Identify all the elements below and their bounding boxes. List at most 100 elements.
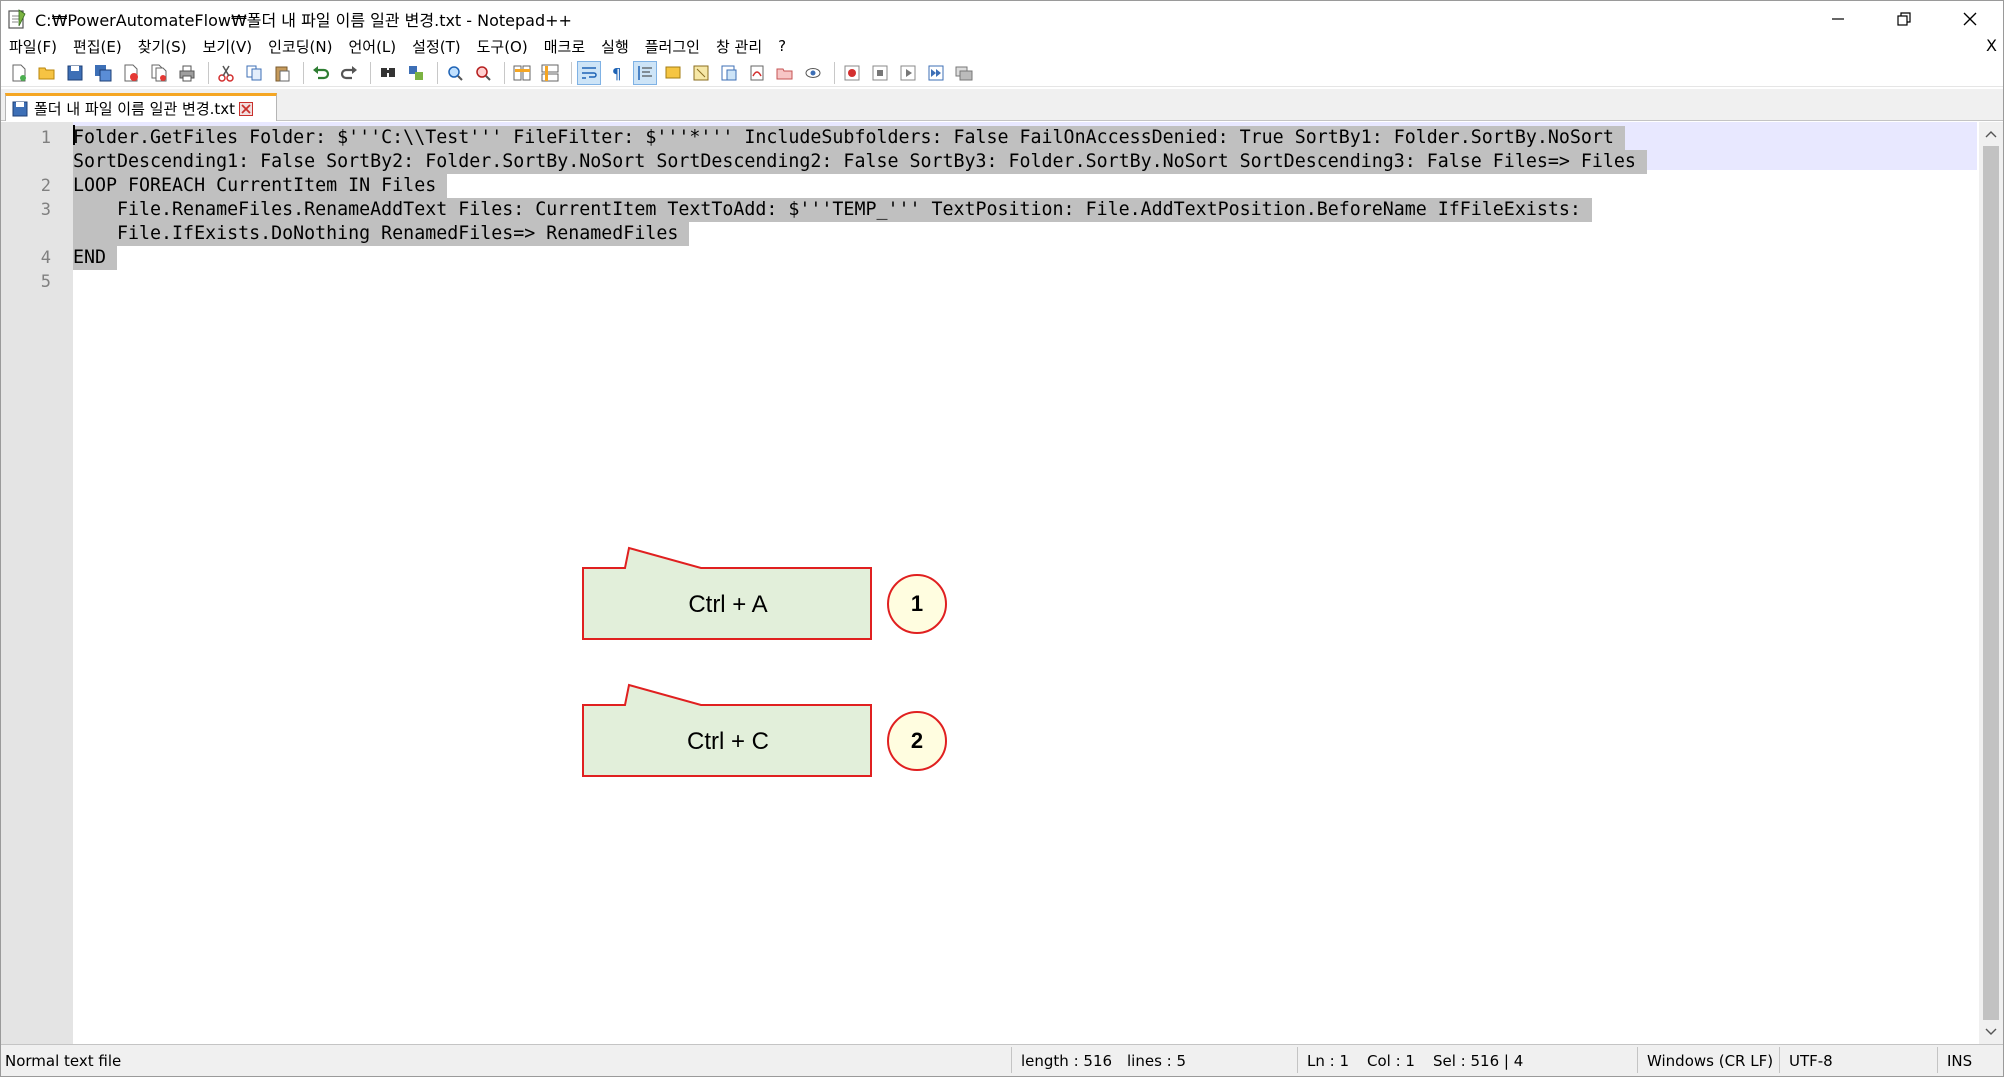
menu-window[interactable]: 창 관리 [708, 36, 770, 57]
close-all-icon [151, 64, 167, 81]
close-document-button[interactable]: X [1986, 36, 1997, 55]
save-macro-button[interactable] [952, 61, 976, 85]
callout-ctrl-c: Ctrl + C 2 [581, 683, 951, 779]
menu-encoding[interactable]: 인코딩(N) [260, 36, 340, 57]
find-button[interactable] [376, 61, 400, 85]
step-badge: 2 [887, 711, 947, 771]
undo-button[interactable] [309, 61, 333, 85]
open-file-button[interactable] [35, 61, 59, 85]
code-line: Folder.GetFiles Folder: $'''C:\\Test''' … [73, 126, 1625, 150]
close-button[interactable] [1937, 1, 2003, 37]
scroll-down-button[interactable] [1979, 1020, 2003, 1044]
toolbar-separator [208, 61, 209, 84]
status-eol[interactable]: Windows (CR LF) [1647, 1052, 1773, 1070]
status-file-type: Normal text file [5, 1052, 122, 1070]
cut-button[interactable] [214, 61, 238, 85]
print-icon [179, 65, 195, 81]
record-macro-icon [844, 65, 860, 80]
menu-view[interactable]: 보기(V) [195, 36, 261, 57]
menu-help[interactable]: ? [770, 37, 794, 55]
menu-tools[interactable]: 도구(O) [469, 36, 536, 57]
restore-button[interactable] [1871, 1, 1937, 37]
code-line: File.IfExists.DoNothing RenamedFiles=> R… [73, 222, 690, 246]
find-icon [381, 67, 395, 77]
scroll-up-button[interactable] [1979, 122, 2003, 146]
document-tab-bar: 폴더 내 파일 이름 일관 변경.txt [1, 89, 2003, 121]
window-controls [1805, 1, 2003, 37]
menu-file[interactable]: 파일(F) [1, 36, 65, 57]
menu-macro[interactable]: 매크로 [536, 36, 593, 57]
word-wrap-button[interactable] [577, 60, 601, 85]
toolbar-separator [834, 61, 835, 84]
monitoring-button[interactable] [801, 61, 825, 85]
menu-search[interactable]: 찾기(S) [130, 36, 195, 57]
show-all-chars-icon: ¶ [612, 65, 622, 82]
doc-map-icon [693, 65, 709, 80]
replace-button[interactable] [404, 61, 428, 85]
chevron-down-icon [1985, 1028, 1997, 1035]
sync-horizontal-button[interactable] [538, 61, 562, 85]
play-macro-button[interactable] [896, 61, 920, 85]
status-divider [1297, 1047, 1298, 1073]
status-selection: Sel : 516 | 4 [1433, 1052, 1524, 1070]
copy-button[interactable] [242, 61, 266, 85]
save-all-button[interactable] [91, 61, 115, 85]
status-encoding[interactable]: UTF-8 [1789, 1052, 1833, 1070]
save-icon [67, 65, 83, 80]
document-map-button[interactable] [689, 61, 713, 85]
redo-icon [340, 65, 357, 79]
play-macro-icon [900, 65, 916, 80]
line-number: 4 [40, 248, 51, 268]
redo-button[interactable] [337, 61, 361, 85]
menu-language[interactable]: 언어(L) [340, 36, 404, 57]
function-list-button[interactable] [717, 61, 741, 85]
menu-run[interactable]: 실행 [593, 36, 637, 57]
folder-as-workspace-button[interactable] [745, 61, 769, 85]
status-insert-mode[interactable]: INS [1947, 1052, 1972, 1070]
open-file-icon [38, 67, 55, 79]
save-button[interactable] [63, 61, 87, 85]
project-panel-button[interactable] [773, 61, 797, 85]
project-panel-icon [776, 68, 793, 79]
close-all-button[interactable] [147, 61, 171, 85]
user-defined-language-button[interactable] [661, 61, 685, 85]
print-button[interactable] [175, 61, 199, 85]
new-file-button[interactable] [7, 61, 31, 85]
tab-close-icon[interactable] [239, 101, 254, 116]
scrollbar-thumb[interactable] [1983, 146, 1999, 1020]
run-macro-multiple-button[interactable] [924, 61, 948, 85]
indent-guide-button[interactable] [633, 60, 657, 85]
notepad-window: C:₩PowerAutomateFlow₩폴더 내 파일 이름 일관 변경.tx… [0, 0, 2004, 1077]
vertical-scrollbar[interactable] [1979, 122, 2003, 1044]
zoom-out-button[interactable] [471, 61, 495, 85]
text-caret [73, 125, 75, 145]
close-file-button[interactable] [119, 61, 143, 85]
monitoring-icon [805, 67, 821, 78]
editor-area[interactable]: 1 2 3 4 5 Folder.GetFiles Folder: $'''C:… [1, 122, 2003, 1044]
toolbar-separator [370, 61, 371, 84]
record-macro-button[interactable] [840, 61, 864, 85]
paste-button[interactable] [270, 61, 294, 85]
function-list-icon [721, 65, 737, 80]
status-divider [1937, 1047, 1938, 1073]
code-line: LOOP FOREACH CurrentItem IN Files [73, 174, 448, 198]
sync-vertical-button[interactable] [510, 61, 534, 85]
line-number: 3 [40, 200, 51, 220]
paste-icon [275, 66, 290, 81]
menu-edit[interactable]: 편집(E) [65, 36, 130, 57]
close-icon [1963, 12, 1977, 26]
toolbar-separator [303, 61, 304, 84]
menu-settings[interactable]: 설정(T) [404, 36, 468, 57]
indent-guide-icon [638, 65, 652, 80]
cut-icon [218, 65, 234, 82]
word-wrap-icon [582, 66, 597, 79]
minimize-button[interactable] [1805, 1, 1871, 37]
zoom-in-button[interactable] [443, 61, 467, 85]
stop-record-button[interactable] [868, 61, 892, 85]
sync-h-icon [541, 64, 559, 81]
tab-document[interactable]: 폴더 내 파일 이름 일관 변경.txt [5, 93, 277, 121]
line-number: 2 [40, 176, 51, 196]
menu-plugins[interactable]: 플러그인 [637, 36, 708, 57]
show-all-chars-button[interactable]: ¶ [605, 61, 629, 85]
new-file-icon [12, 64, 26, 81]
